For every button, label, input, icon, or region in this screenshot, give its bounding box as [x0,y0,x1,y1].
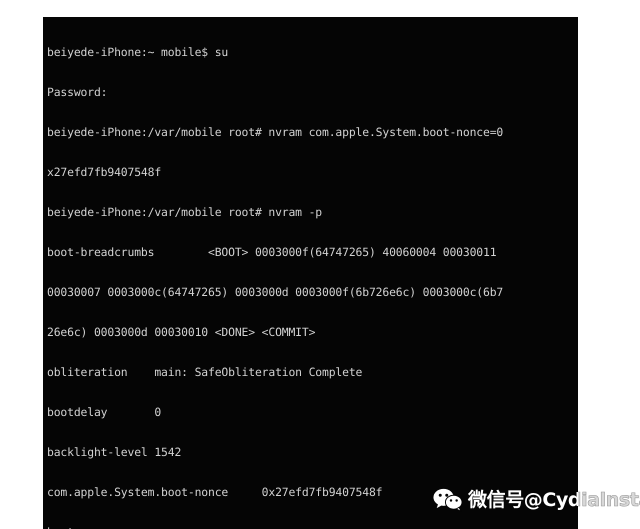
terminal-line: beiyede-iPhone:~ mobile$ su [47,44,229,59]
wechat-logo-icon [433,487,463,513]
terminal-line: boot-breadcrumbs <BOOT> 0003000f(6474726… [47,244,497,259]
terminal-window[interactable]: beiyede-iPhone:~ mobile$ su Password: be… [43,17,578,529]
terminal-line: obliteration main: SafeObliteration Comp… [47,364,363,379]
terminal-line: 00030007 0003000c(64747265) 0003000d 000… [47,284,504,299]
terminal-line: Password: [47,84,108,99]
terminal-line: backlight-level 1542 [47,445,182,459]
terminal-line: beiyede-iPhone:/var/mobile root# nvram -… [47,204,323,219]
terminal-line: bootdelay 0 [47,404,162,419]
terminal-output: beiyede-iPhone:~ mobile$ su Password: be… [47,19,578,529]
terminal-line: beiyede-iPhone:/var/mobile root# nvram c… [47,124,504,139]
terminal-line: 26e6c) 0003000d 00030010 <DONE> <COMMIT> [47,324,316,339]
terminal-line: x27efd7fb9407548f [47,164,162,179]
